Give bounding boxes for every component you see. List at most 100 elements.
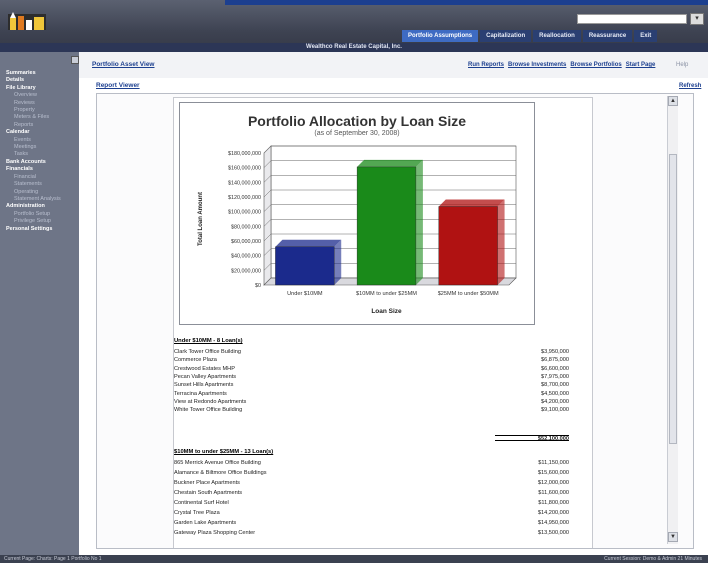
loan-amount: $8,700,000 [541,382,569,389]
sidebar-item-5[interactable]: Property [6,107,76,114]
status-left: Current Page: Charts: Page 1 Portfolio N… [4,556,102,562]
loan-name: Terracina Apartments [174,390,227,397]
sidebar-item-7[interactable]: Reports [6,122,76,129]
bar [356,166,417,286]
sidebar-item-1[interactable]: Details [6,77,76,84]
loan-name: White Tower Office Building [174,407,243,414]
status-right: Current Session: Demo & Admin 21 Minutes [604,556,702,562]
tab-4[interactable]: Exit [634,30,658,42]
loan-amount: $12,000,000 [537,480,569,486]
loan-name: Continental Surf Hotel [174,500,229,506]
y-tick-label: $100,000,000 [228,210,261,216]
loan-name: Clark Tower Office Building [174,349,241,355]
browse-investments-link[interactable]: Browse Investments [508,62,566,68]
loan-name: Garden Lake Apartments [174,520,237,526]
y-axis-label: Total Loan Amount [198,192,204,246]
help-link[interactable]: Help [676,62,688,68]
loan-amount: $6,875,000 [541,357,569,364]
bar [438,206,498,286]
sidebar-item-3[interactable]: Overview [6,92,76,99]
y-tick-label: $120,000,000 [228,195,261,201]
x-tick-label: $10MM to under $25MM [356,291,417,297]
loan-amount: $4,200,000 [541,398,569,405]
report-viewer-link[interactable]: Report Viewer [96,82,140,89]
chart-title: Portfolio Allocation by Loan Size [247,113,467,129]
y-tick-label: $40,000,000 [231,254,261,260]
x-tick-label: $25MM to under $50MM [438,291,499,297]
sidebar-item-6[interactable]: Meters & Files [6,114,76,121]
loan-name: Chestain South Apartments [174,490,243,496]
header-links: Run Reports Browse Investments Browse Po… [468,62,655,68]
loan-amount: $11,600,000 [538,490,569,496]
loan-name: Gateway Plaza Shopping Center [174,530,256,536]
loan-name: Pecan Valley Apartments [174,373,237,380]
x-axis-label: Loan Size [371,308,402,315]
browse-portfolios-link[interactable]: Browse Portfolios [570,62,621,68]
sidebar-item-0[interactable]: Summaries [6,70,76,77]
run-reports-link[interactable]: Run Reports [468,62,504,68]
sidebar-item-19[interactable]: Portfolio Setup [6,211,76,218]
loan-name: Alamance & Biltmore Office Buildings [174,470,267,476]
bar-side [334,239,342,285]
loan-name: 865 Merrick Avenue Office Building [174,460,261,466]
loan-amount: $14,200,000 [537,510,569,516]
group-title: $10MM to under $25MM - 13 Loan(s) [174,449,274,455]
refresh-link[interactable]: Refresh [679,83,701,89]
loan-amount: $14,950,000 [537,520,569,526]
sidebar-item-2[interactable]: File Library [6,85,76,92]
sidebar-item-9[interactable]: Events [6,137,76,144]
chart: $0 $20,000,000 $40,000,000 $60,000,000 $80,0… [179,102,535,325]
sidebar-item-8[interactable]: Calendar [6,129,76,136]
scroll-thumb[interactable] [669,154,677,444]
loan-amount: $13,500,000 [537,530,569,536]
sidebar-item-13[interactable]: Financials [6,166,76,173]
main-tabs: Portfolio Assumptions Capitalization Reall… [402,30,658,42]
loan-amount: $6,600,000 [541,365,569,372]
sidebar-item-18[interactable]: Administration [6,203,76,210]
search-go-button[interactable]: ▾ [690,13,704,25]
sidebar-item-17[interactable]: Statement Analysis [6,196,76,203]
status-bar: Current Page: Charts: Page 1 Portfolio N… [0,555,708,563]
page-title[interactable]: Portfolio Asset View [92,61,155,68]
loan-name: Sunset Hills Apartments [174,382,234,389]
sidebar-item-21[interactable]: Personal Settings [6,226,76,233]
tab-0[interactable]: Portfolio Assumptions [402,30,479,42]
header-accent-strip [225,0,708,5]
sidebar-item-12[interactable]: Bank Accounts [6,159,76,166]
sidebar-item-11[interactable]: Tasks [6,151,76,158]
tab-2[interactable]: Reallocation [533,30,581,42]
tab-3[interactable]: Reassurance [582,30,633,42]
vertical-scrollbar[interactable]: ▲ ▼ [667,96,678,544]
sidebar-item-16[interactable]: Operating [6,189,76,196]
scroll-up-icon[interactable]: ▲ [668,96,678,106]
collapse-icon[interactable] [71,56,79,64]
company-title-bar: Wealthco Real Estate Capital, Inc. [0,43,708,52]
bar [275,246,335,286]
app-logo [8,12,46,30]
loan-name: Crestwood Estates MHP [174,365,235,372]
loan-amount: $7,975,000 [541,373,569,380]
loan-amount: $9,100,000 [541,407,569,414]
bar-top [357,159,423,167]
y-tick-label: $0 [255,283,261,289]
bar-top [438,199,505,207]
scroll-down-icon[interactable]: ▼ [668,532,678,542]
start-page-link[interactable]: Start Page [626,62,656,68]
y-tick-label: $180,000,000 [228,151,261,157]
bar-side [415,159,423,285]
sidebar-item-20[interactable]: Privilege Setup [6,218,76,225]
y-tick-label: $60,000,000 [231,239,261,245]
loan-name: Commerce Plaza [174,357,217,364]
bar-side [497,199,505,285]
tab-1[interactable]: Capitalization [480,30,532,42]
loan-name: Crystal Tree Plaza [174,510,220,516]
x-tick-label: Under $10MM [287,291,323,297]
sidebar-item-15[interactable]: Statements [6,181,76,188]
search-input[interactable] [577,14,687,24]
sidebar-item-4[interactable]: Reviews [6,100,76,107]
y-tick-label: $80,000,000 [231,224,261,230]
sidebar-item-10[interactable]: Meetings [6,144,76,151]
loan-name: View at Redondo Apartments [174,398,247,405]
sidebar-item-14[interactable]: Financial [6,174,76,181]
loan-amount: $4,500,000 [541,390,569,397]
